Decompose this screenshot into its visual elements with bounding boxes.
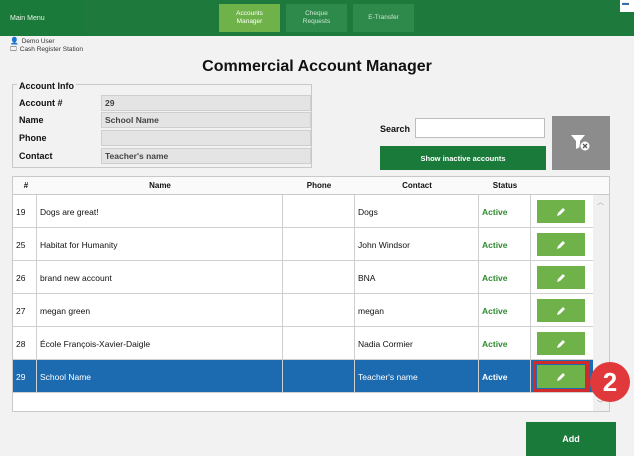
search-label: Search (380, 124, 411, 134)
col-header-name[interactable]: Name (37, 181, 283, 190)
row-name: School Name (37, 360, 283, 393)
pencil-icon (557, 372, 565, 381)
main-menu-button[interactable]: Main Menu (0, 0, 84, 36)
account-number-row: Account # 29 (17, 95, 311, 111)
account-name-row: Name School Name (17, 112, 311, 128)
top-nav-bar: Main Menu Accounts Manager Cheque Reques… (0, 0, 634, 36)
row-phone (283, 294, 355, 327)
pencil-icon (557, 273, 565, 282)
user-name: Demo User (21, 38, 55, 45)
account-info-title: Account Info (17, 81, 76, 91)
account-phone-row: Phone (17, 130, 311, 146)
row-name: Dogs are great! (37, 195, 283, 228)
row-phone (283, 261, 355, 294)
account-name-label: Name (19, 115, 44, 125)
accounts-table: # Name Phone Contact Status 19 Dogs are … (12, 176, 610, 412)
row-name: megan green (37, 294, 283, 327)
row-status: Active (479, 228, 531, 261)
col-header-contact[interactable]: Contact (355, 181, 479, 190)
edit-button[interactable] (537, 200, 585, 223)
table-header: # Name Phone Contact Status (13, 177, 609, 195)
row-contact: John Windsor (355, 228, 479, 261)
clear-filter-button[interactable] (552, 116, 610, 170)
row-status: Active (479, 327, 531, 360)
row-status: Active (479, 195, 531, 228)
row-id: 28 (13, 327, 37, 360)
account-name-field: School Name (101, 112, 311, 128)
table-row[interactable]: 28 École François-Xavier-Daigle Nadia Co… (13, 327, 593, 360)
pencil-icon (557, 306, 565, 315)
account-phone-label: Phone (19, 133, 47, 143)
pencil-icon (557, 339, 565, 348)
step-badge: 2 (590, 362, 630, 402)
row-name: brand new account (37, 261, 283, 294)
row-contact: Nadia Cormier (355, 327, 479, 360)
account-phone-field (101, 130, 311, 146)
tab-accounts-manager-label: Accounts Manager (236, 10, 263, 25)
row-status: Active (479, 294, 531, 327)
account-number-field: 29 (101, 95, 311, 111)
tab-accounts-manager[interactable]: Accounts Manager (219, 4, 280, 32)
row-contact: megan (355, 294, 479, 327)
show-inactive-button[interactable]: Show inactive accounts (380, 146, 546, 170)
account-info-panel: Account Info Account # 29 Name School Na… (12, 81, 312, 168)
row-contact: Dogs (355, 195, 479, 228)
account-contact-row: Contact Teacher's name (17, 148, 311, 164)
station-name: Cash Register Station (19, 46, 83, 53)
row-id: 27 (13, 294, 37, 327)
table-row[interactable]: 26 brand new account BNA Active (13, 261, 593, 294)
row-phone (283, 195, 355, 228)
user-icon: 👤 (10, 38, 19, 45)
row-status: Active (479, 360, 531, 393)
col-header-status[interactable]: Status (479, 181, 531, 190)
account-number-label: Account # (19, 98, 63, 108)
account-contact-label: Contact (19, 151, 53, 161)
row-status: Active (479, 261, 531, 294)
edit-button[interactable] (537, 266, 585, 289)
tab-cheque-requests-label: Cheque Requests (302, 10, 331, 25)
tab-cheque-requests[interactable]: Cheque Requests (286, 4, 347, 32)
col-header-id[interactable]: # (19, 181, 33, 190)
table-row-selected[interactable]: 29 School Name Teacher's name Active (13, 360, 593, 393)
window-controls[interactable]: ▬ (620, 0, 634, 12)
row-id: 19 (13, 195, 37, 228)
filter-clear-icon (571, 135, 591, 152)
edit-button[interactable] (537, 233, 585, 256)
row-name: Habitat for Humanity (37, 228, 283, 261)
edit-button[interactable] (537, 332, 585, 355)
add-button[interactable]: Add (526, 422, 616, 456)
row-id: 25 (13, 228, 37, 261)
pencil-icon (557, 207, 565, 216)
table-row[interactable]: 25 Habitat for Humanity John Windsor Act… (13, 228, 593, 261)
col-header-phone[interactable]: Phone (283, 181, 355, 190)
page-title: Commercial Account Manager (202, 58, 432, 75)
row-phone (283, 327, 355, 360)
edit-button-highlighted[interactable] (533, 361, 589, 392)
table-row[interactable]: 27 megan green megan Active (13, 294, 593, 327)
account-contact-field: Teacher's name (101, 148, 311, 164)
tab-e-transfer-label: E-Transfer (368, 14, 399, 21)
edit-button[interactable] (537, 299, 585, 322)
row-name: École François-Xavier-Daigle (37, 327, 283, 360)
row-phone (283, 360, 355, 393)
user-info: 👤 Demo User 🖵 Cash Register Station (10, 38, 83, 54)
pencil-icon (557, 240, 565, 249)
minimize-icon[interactable]: ▬ (622, 0, 629, 7)
row-phone (283, 228, 355, 261)
scroll-up-icon[interactable]: ︿ (597, 197, 604, 207)
row-id: 26 (13, 261, 37, 294)
row-contact: Teacher's name (355, 360, 479, 393)
tab-e-transfer[interactable]: E-Transfer (353, 4, 414, 32)
row-id: 29 (13, 360, 37, 393)
table-row[interactable]: 19 Dogs are great! Dogs Active (13, 195, 593, 228)
monitor-icon: 🖵 (10, 46, 17, 53)
row-contact: BNA (355, 261, 479, 294)
search-input[interactable] (415, 118, 545, 138)
